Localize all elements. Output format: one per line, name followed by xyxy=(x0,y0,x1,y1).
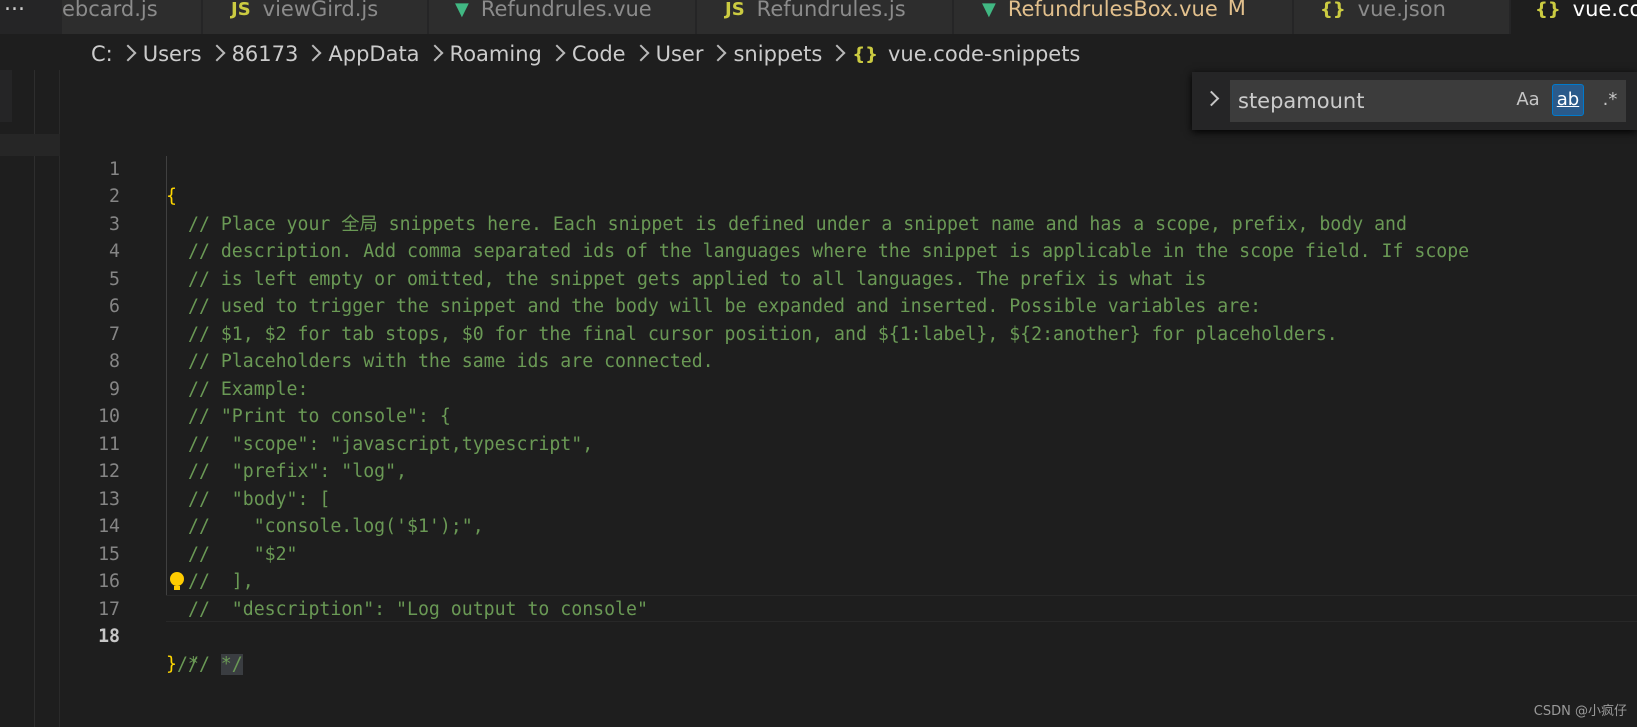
code-line: 11 // "prefix": "log", xyxy=(62,403,1637,483)
comment-open: /* xyxy=(176,653,221,675)
left-editor-pane xyxy=(0,70,60,727)
tab-vue-json[interactable]: {} vue.json xyxy=(1294,0,1510,34)
editor-tab-bar: ... ebcard.js JS viewGird.js ▼ Refundrul… xyxy=(0,0,1637,34)
code-line: 7 // Placeholders with the same ids are … xyxy=(62,293,1637,373)
chevron-right-icon xyxy=(208,44,226,62)
code-line: 14 // "$2" xyxy=(62,486,1637,565)
breadcrumb-item[interactable]: Code xyxy=(572,42,626,66)
js-icon: JS xyxy=(231,0,251,20)
code-line-current: 18 }/* */ xyxy=(62,596,1637,675)
tab-label: Refundrules.js xyxy=(756,0,906,21)
code-line: 6 // $1, $2 for tab stops, $0 for the fi… xyxy=(62,266,1637,345)
chevron-right-icon xyxy=(548,44,566,62)
json-icon: {} xyxy=(1320,0,1346,20)
code-line: 12 // "body": [ xyxy=(62,431,1637,510)
tab-refundrules-js[interactable]: JS Refundrules.js xyxy=(697,0,953,34)
find-widget: Aa ab .* xyxy=(1192,72,1637,130)
pane-current-line xyxy=(0,134,60,156)
vue-icon: ▼ xyxy=(982,0,996,20)
lightbulb-icon[interactable] xyxy=(170,572,184,590)
breadcrumb-item[interactable]: Users xyxy=(143,42,202,66)
breadcrumb-item[interactable]: snippets xyxy=(733,42,822,66)
breadcrumb-item[interactable]: AppData xyxy=(328,42,419,66)
pane-gutter-block xyxy=(0,70,12,122)
json-icon: {} xyxy=(852,43,878,65)
code-line: 4 // is left empty or omitted, the snipp… xyxy=(62,211,1637,290)
chevron-right-icon xyxy=(632,44,650,62)
tab-label: vue.code-snippets xyxy=(1572,0,1637,21)
code-line: 1 { xyxy=(62,128,1637,208)
tab-label: vue.json xyxy=(1357,0,1446,21)
comment-close-selected: */ xyxy=(220,653,243,675)
match-case-toggle[interactable]: Aa xyxy=(1512,84,1544,116)
vue-icon: ▼ xyxy=(455,0,469,20)
tab-label: Refundrules.vue xyxy=(480,0,652,21)
code-line: 10 // "scope": "javascript,typescript", xyxy=(62,376,1637,455)
watermark: CSDN @小疯仔 xyxy=(1533,704,1627,719)
line-number: 18 xyxy=(98,626,120,647)
code-line: 17 // } xyxy=(62,568,1637,675)
tab-label: viewGird.js xyxy=(262,0,379,21)
code-line: 9 // "Print to console": { xyxy=(62,348,1637,428)
chevron-right-icon xyxy=(828,44,846,62)
match-whole-word-toggle[interactable]: ab xyxy=(1552,84,1584,116)
tab-vue-code-snippets[interactable]: {} vue.code-snippets xyxy=(1511,0,1637,34)
tab-refundrules-vue[interactable]: ▼ Refundrules.vue xyxy=(429,0,696,34)
more-tabs-icon[interactable]: ... xyxy=(0,0,62,34)
use-regex-toggle[interactable]: .* xyxy=(1594,84,1626,116)
modified-indicator: M xyxy=(1227,0,1246,20)
code-line: 16 // "description": "Log output to cons… xyxy=(62,541,1637,620)
code-text: }/* */ xyxy=(166,651,243,679)
chevron-right-icon xyxy=(304,44,322,62)
tab-label: RefundrulesBox.vue xyxy=(1007,0,1218,21)
js-icon: JS xyxy=(725,0,745,20)
chevron-right-icon xyxy=(709,44,727,62)
code-line: 13 // "console.log('$1');", xyxy=(62,458,1637,538)
breadcrumb-item[interactable]: C: xyxy=(91,42,113,66)
breadcrumb-file[interactable]: vue.code-snippets xyxy=(888,42,1080,66)
tab-label: ebcard.js xyxy=(62,0,158,21)
code-editor[interactable]: 1 { 2 // Place your 全局 snippets here. Ea… xyxy=(62,128,1637,675)
breadcrumb-item[interactable]: 86173 xyxy=(232,42,299,66)
breadcrumb: C: Users 86173 AppData Roaming Code User… xyxy=(91,40,1080,68)
tab-viewgird-js[interactable]: JS viewGird.js xyxy=(203,0,428,34)
code-line: 8 // Example: xyxy=(62,321,1637,400)
tab-ebcard-js[interactable]: ebcard.js xyxy=(62,0,202,34)
breadcrumb-item[interactable]: Roaming xyxy=(450,42,542,66)
code-line: 15 // ], xyxy=(62,513,1637,593)
tab-refundrulesbox-vue[interactable]: ▼ RefundrulesBox.vue M xyxy=(954,0,1293,34)
chevron-right-icon xyxy=(119,44,137,62)
toggle-replace-chevron-icon[interactable] xyxy=(1203,90,1220,107)
breadcrumb-item[interactable]: User xyxy=(656,42,704,66)
code-line: 2 // Place your 全局 snippets here. Each s… xyxy=(62,156,1637,235)
code-line: 3 // description. Add comma separated id… xyxy=(62,183,1637,263)
json-icon: {} xyxy=(1535,0,1561,20)
pane-divider xyxy=(34,70,35,727)
code-line: 5 // used to trigger the snippet and the… xyxy=(62,238,1637,318)
closing-brace: } xyxy=(166,653,177,675)
chevron-right-icon xyxy=(426,44,444,62)
